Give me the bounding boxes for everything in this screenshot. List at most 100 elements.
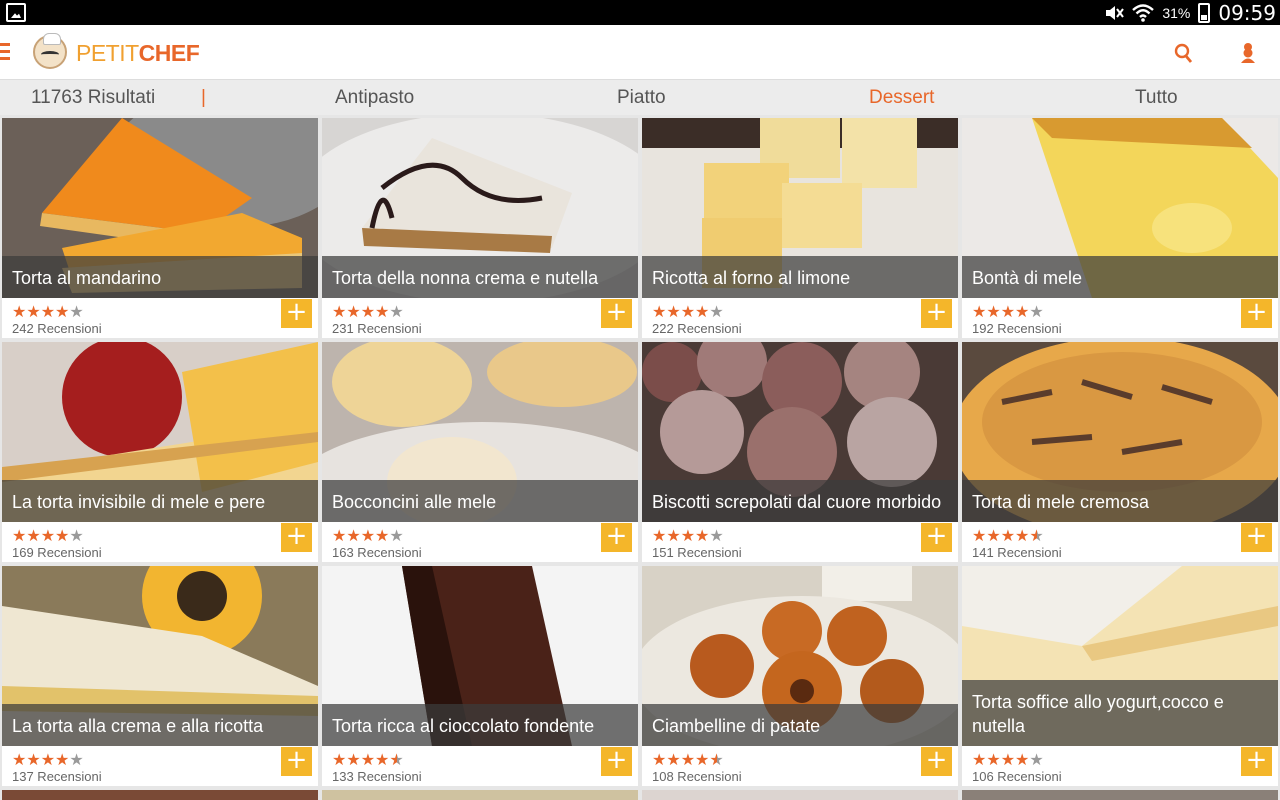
review-count: 133 Recensioni [332, 769, 422, 784]
add-recipe-button[interactable]: + [601, 523, 632, 552]
review-count: 137 Recensioni [12, 769, 102, 784]
chef-account-icon[interactable] [1238, 42, 1258, 64]
logo-chef: CHEF [138, 40, 200, 66]
rating-stars: ★★★★★ [972, 302, 1044, 321]
recipe-card[interactable]: Biscotti screpolati dal cuore morbido ★★… [642, 342, 958, 562]
rating-stars: ★★★★★ [12, 302, 84, 321]
filter-separator: | [201, 87, 206, 108]
add-recipe-button[interactable]: + [921, 523, 952, 552]
recipe-meta: ★★★★★ 106 Recensioni + [962, 746, 1278, 786]
search-icon[interactable] [1174, 43, 1194, 65]
recipe-meta: ★★★★★ 163 Recensioni + [322, 522, 638, 562]
recipe-meta: ★★★★★ 108 Recensioni + [642, 746, 958, 786]
add-recipe-button[interactable]: + [921, 747, 952, 776]
star-icon: ★ [1000, 750, 1016, 769]
recipe-card-partial[interactable] [2, 790, 318, 800]
add-recipe-button[interactable]: + [281, 747, 312, 776]
recipe-title: Biscotti screpolati dal cuore morbido [642, 480, 958, 522]
star-icon: ★ [1015, 302, 1030, 321]
review-count: 222 Recensioni [652, 321, 742, 336]
rating-stars: ★★★★★ [652, 302, 724, 321]
star-icon: ★ [709, 750, 724, 769]
recipe-title: Ricotta al forno al limone [642, 256, 958, 298]
star-icon: ★ [709, 526, 724, 545]
star-icon: ★ [680, 302, 696, 321]
recipe-card-partial[interactable] [642, 790, 958, 800]
recipe-meta: ★★★★★ 137 Recensioni + [2, 746, 318, 786]
star-icon: ★ [12, 302, 27, 321]
rating-stars: ★★★★★ [652, 750, 724, 769]
rating-stars: ★★★★★ [972, 750, 1044, 769]
star-icon: ★ [972, 750, 987, 769]
add-recipe-button[interactable]: + [921, 299, 952, 328]
tab-tutto[interactable]: Tutto [1135, 87, 1178, 109]
star-icon: ★ [389, 526, 404, 545]
mute-icon [1104, 4, 1125, 22]
star-icon: ★ [55, 302, 70, 321]
recipe-card[interactable]: Torta ricca al cioccolato fondente ★★★★★… [322, 566, 638, 786]
recipe-title: Torta al mandarino [2, 256, 318, 298]
recipe-card-partial[interactable] [322, 790, 638, 800]
star-icon: ★ [360, 526, 376, 545]
recipe-meta: ★★★★★ 231 Recensioni + [322, 298, 638, 338]
add-recipe-button[interactable]: + [601, 299, 632, 328]
tab-piatto[interactable]: Piatto [617, 87, 666, 109]
star-icon: ★ [680, 750, 696, 769]
add-recipe-button[interactable]: + [281, 299, 312, 328]
add-recipe-button[interactable]: + [1241, 523, 1272, 552]
review-count: 231 Recensioni [332, 321, 422, 336]
recipe-card[interactable]: Bontà di mele ★★★★★ 192 Recensioni + [962, 118, 1278, 338]
results-count: 11763 Risultati [31, 87, 156, 108]
recipe-card[interactable]: Torta della nonna crema e nutella ★★★★★ … [322, 118, 638, 338]
status-icons: 31% 09:59 [1104, 0, 1276, 25]
recipe-card[interactable]: Torta al mandarino ★★★★★ 242 Recensioni … [2, 118, 318, 338]
star-icon: ★ [40, 302, 56, 321]
star-icon: ★ [389, 302, 404, 321]
recipe-card[interactable]: Torta di mele cremosa ★★★★★ 141 Recensio… [962, 342, 1278, 562]
star-icon: ★ [360, 302, 376, 321]
recipe-title: La torta alla crema e alla ricotta [2, 704, 318, 746]
star-icon: ★ [1029, 526, 1044, 545]
add-recipe-button[interactable]: + [1241, 747, 1272, 776]
star-icon: ★ [69, 302, 84, 321]
recipe-meta: ★★★★★ 242 Recensioni + [2, 298, 318, 338]
logo-petit: PETIT [76, 40, 139, 66]
star-icon: ★ [12, 750, 27, 769]
review-count: 169 Recensioni [12, 545, 102, 560]
recipe-card-partial[interactable] [962, 790, 1278, 800]
star-icon: ★ [695, 750, 710, 769]
rating-stars: ★★★★★ [332, 526, 404, 545]
star-icon: ★ [1029, 302, 1044, 321]
star-icon: ★ [389, 750, 404, 769]
star-icon: ★ [680, 526, 696, 545]
star-icon: ★ [986, 750, 1001, 769]
recipe-card[interactable]: Ricotta al forno al limone ★★★★★ 222 Rec… [642, 118, 958, 338]
recipe-card[interactable]: La torta alla crema e alla ricotta ★★★★★… [2, 566, 318, 786]
app-logo[interactable]: PETITCHEF [76, 40, 200, 67]
review-count: 242 Recensioni [12, 321, 102, 336]
add-recipe-button[interactable]: + [601, 747, 632, 776]
menu-icon[interactable] [0, 43, 10, 61]
chef-logo-icon [33, 33, 67, 69]
add-recipe-button[interactable]: + [281, 523, 312, 552]
app-header: PETITCHEF [0, 25, 1280, 80]
star-icon: ★ [666, 302, 681, 321]
star-icon: ★ [26, 750, 41, 769]
recipe-card[interactable]: Ciambelline di patate ★★★★★ 108 Recensio… [642, 566, 958, 786]
recipe-title: Ciambelline di patate [642, 704, 958, 746]
star-icon: ★ [695, 526, 710, 545]
category-filter-bar: 11763 Risultati | Antipasto Piatto Desse… [0, 80, 1280, 115]
review-count: 141 Recensioni [972, 545, 1062, 560]
add-recipe-button[interactable]: + [1241, 299, 1272, 328]
star-icon: ★ [666, 750, 681, 769]
recipe-title: La torta invisibile di mele e pere [2, 480, 318, 522]
recipe-card[interactable]: La torta invisibile di mele e pere ★★★★★… [2, 342, 318, 562]
recipe-card[interactable]: Torta soffice allo yogurt,cocco e nutell… [962, 566, 1278, 786]
recipe-title: Torta ricca al cioccolato fondente [322, 704, 638, 746]
star-icon: ★ [1000, 526, 1016, 545]
tab-dessert[interactable]: Dessert [869, 87, 934, 109]
star-icon: ★ [986, 526, 1001, 545]
tab-antipasto[interactable]: Antipasto [335, 87, 414, 109]
recipe-card[interactable]: Bocconcini alle mele ★★★★★ 163 Recension… [322, 342, 638, 562]
wifi-icon [1132, 3, 1155, 22]
